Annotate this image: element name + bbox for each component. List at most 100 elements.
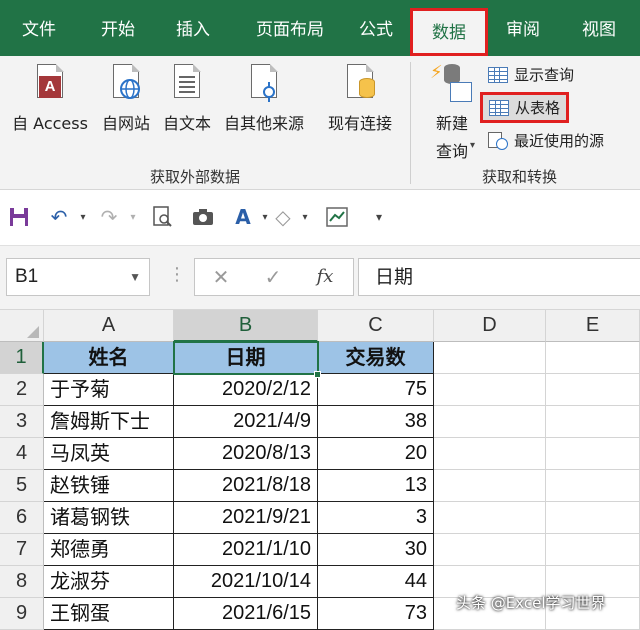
table-cell-date[interactable]: 2021/4/9 <box>174 406 318 438</box>
undo-icon[interactable]: ↶ <box>46 204 72 230</box>
undo-dropdown-icon[interactable]: ▾ <box>70 204 96 230</box>
tab-formulas[interactable]: 公式 <box>346 0 406 56</box>
from-web-button[interactable]: 自网站 <box>96 63 156 134</box>
table-header-count[interactable]: 交易数 <box>318 342 434 374</box>
camera-icon[interactable] <box>190 204 216 230</box>
row-header[interactable]: 1 <box>0 342 44 374</box>
table-cell-count[interactable]: 13 <box>318 470 434 502</box>
group-label-get-external-data: 获取外部数据 <box>150 168 241 186</box>
table-cell-name[interactable]: 赵铁锤 <box>44 470 174 502</box>
shapes-dropdown-icon[interactable]: ▾ <box>292 204 318 230</box>
tab-review[interactable]: 审阅 <box>490 0 556 56</box>
from-other-sources-button[interactable]: 自其他来源 <box>218 63 310 134</box>
save-icon[interactable] <box>6 204 32 230</box>
row-header[interactable]: 2 <box>0 374 44 406</box>
row-header[interactable]: 6 <box>0 502 44 534</box>
grid-cell[interactable] <box>546 534 640 566</box>
table-cell-name[interactable]: 詹姆斯下士 <box>44 406 174 438</box>
chart-icon[interactable] <box>324 204 350 230</box>
tab-home[interactable]: 开始 <box>82 0 154 56</box>
row-header[interactable]: 7 <box>0 534 44 566</box>
show-queries-label: 显示查询 <box>514 66 575 84</box>
from-text-label: 自文本 <box>162 114 211 133</box>
formula-input[interactable]: 日期 <box>358 258 640 296</box>
access-database-icon: A <box>33 63 67 104</box>
table-cell-name[interactable]: 诸葛钢铁 <box>44 502 174 534</box>
table-cell-name[interactable]: 于予菊 <box>44 374 174 406</box>
ribbon-tab-bar: 文件 开始 插入 页面布局 公式 数据 审阅 视图 <box>0 0 640 56</box>
table-cell-count[interactable]: 3 <box>318 502 434 534</box>
recent-sources-button[interactable]: 最近使用的源 <box>488 130 604 151</box>
row-header[interactable]: 4 <box>0 438 44 470</box>
row-header[interactable]: 3 <box>0 406 44 438</box>
table-cell-count[interactable]: 38 <box>318 406 434 438</box>
table-cell-name[interactable]: 马凤英 <box>44 438 174 470</box>
table-cell-count[interactable]: 73 <box>318 598 434 630</box>
column-header-c[interactable]: C <box>318 310 434 342</box>
from-table-label: 从表格 <box>515 99 561 117</box>
row-header[interactable]: 9 <box>0 598 44 630</box>
grid-cell[interactable] <box>546 406 640 438</box>
tab-insert[interactable]: 插入 <box>158 0 228 56</box>
grid-cell[interactable] <box>434 374 546 406</box>
grid-cell[interactable] <box>434 470 546 502</box>
from-access-label: 自 Access <box>12 114 88 133</box>
grid-cell[interactable] <box>434 534 546 566</box>
from-table-button[interactable]: 从表格 <box>480 92 570 123</box>
tab-view[interactable]: 视图 <box>566 0 632 56</box>
existing-connections-button[interactable]: 现有连接 <box>322 63 398 134</box>
show-queries-button[interactable]: 显示查询 <box>488 64 574 85</box>
table-cell-count[interactable]: 44 <box>318 566 434 598</box>
table-cell-count[interactable]: 30 <box>318 534 434 566</box>
from-access-button[interactable]: A 自 Access <box>6 63 94 134</box>
table-cell-date[interactable]: 2021/6/15 <box>174 598 318 630</box>
grid-cell[interactable] <box>546 502 640 534</box>
table-cell-date[interactable]: 2020/8/13 <box>174 438 318 470</box>
chevron-down-icon[interactable]: ▼ <box>129 259 141 295</box>
grid-cell[interactable] <box>546 342 640 374</box>
table-cell-count[interactable]: 20 <box>318 438 434 470</box>
name-box[interactable]: B1 ▼ <box>6 258 150 296</box>
table-header-date[interactable]: 日期 <box>174 342 318 374</box>
table-cell-date[interactable]: 2021/10/14 <box>174 566 318 598</box>
row-header[interactable]: 8 <box>0 566 44 598</box>
customize-toolbar-icon[interactable]: ▾ <box>366 204 392 230</box>
table-cell-date[interactable]: 2021/8/18 <box>174 470 318 502</box>
print-preview-icon[interactable] <box>150 204 176 230</box>
column-header-b[interactable]: B <box>174 310 318 342</box>
grid-cell[interactable] <box>546 470 640 502</box>
table-cell-date[interactable]: 2021/1/10 <box>174 534 318 566</box>
redo-dropdown-icon[interactable]: ▾ <box>120 204 146 230</box>
from-text-button[interactable]: 自文本 <box>158 63 216 134</box>
redo-icon[interactable]: ↷ <box>96 204 122 230</box>
grid-cell[interactable] <box>434 502 546 534</box>
watermark: 头条 @Excel学习世界 <box>456 594 606 612</box>
grid-cell[interactable] <box>434 406 546 438</box>
table-cell-count[interactable]: 75 <box>318 374 434 406</box>
group-label-get-transform: 获取和转换 <box>482 168 558 186</box>
column-header-e[interactable]: E <box>546 310 640 342</box>
insert-function-icon[interactable]: fx <box>305 259 345 295</box>
table-cell-name[interactable]: 王钢蛋 <box>44 598 174 630</box>
cancel-icon[interactable]: ✕ <box>201 259 241 295</box>
tab-file[interactable]: 文件 <box>4 0 74 56</box>
table-cell-date[interactable]: 2020/2/12 <box>174 374 318 406</box>
recent-sources-label: 最近使用的源 <box>514 132 605 150</box>
tab-data[interactable]: 数据 <box>410 8 488 56</box>
from-other-sources-label: 自其他来源 <box>223 114 304 133</box>
grid-cell[interactable] <box>434 438 546 470</box>
table-cell-name[interactable]: 龙淑芬 <box>44 566 174 598</box>
table-header-name[interactable]: 姓名 <box>44 342 174 374</box>
table-cell-date[interactable]: 2021/9/21 <box>174 502 318 534</box>
fill-handle[interactable] <box>314 371 321 378</box>
grid-cell[interactable] <box>546 374 640 406</box>
tab-page-layout[interactable]: 页面布局 <box>236 0 344 56</box>
column-header-d[interactable]: D <box>434 310 546 342</box>
table-cell-name[interactable]: 郑德勇 <box>44 534 174 566</box>
enter-icon[interactable]: ✓ <box>253 259 293 295</box>
column-header-a[interactable]: A <box>44 310 174 342</box>
row-header[interactable]: 5 <box>0 470 44 502</box>
grid-cell[interactable] <box>434 342 546 374</box>
select-all-corner[interactable] <box>0 310 44 342</box>
grid-cell[interactable] <box>546 438 640 470</box>
